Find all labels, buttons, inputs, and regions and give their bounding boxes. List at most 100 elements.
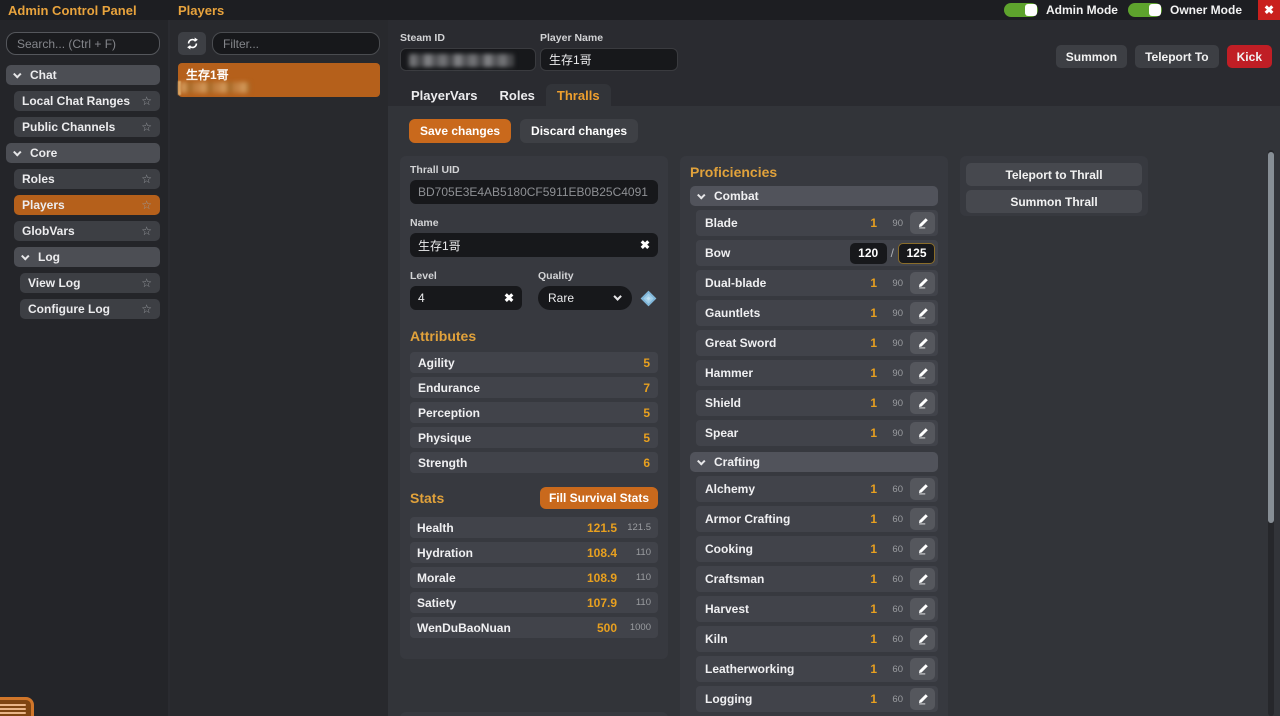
thrall-uid-input[interactable] — [418, 185, 650, 199]
star-icon[interactable]: ☆ — [141, 173, 152, 185]
proficiency-row-cooking: Cooking 1 60 — [696, 536, 938, 562]
scrollbar-track — [1268, 150, 1274, 716]
star-icon[interactable]: ☆ — [141, 277, 152, 289]
search-input[interactable] — [6, 32, 160, 55]
refresh-button[interactable] — [178, 32, 206, 55]
kick-button[interactable]: Kick — [1226, 45, 1272, 68]
pencil-icon — [918, 218, 928, 229]
attributes-title: Attributes — [410, 328, 477, 344]
proficiency-row-alchemy: Alchemy 1 60 — [696, 476, 938, 502]
fill-survival-stats-button[interactable]: Fill Survival Stats — [539, 487, 658, 509]
edit-button[interactable] — [910, 362, 935, 384]
steam-id-label: Steam ID — [400, 32, 445, 44]
pencil-icon — [918, 278, 928, 289]
thrall-details-card: Thrall UID Name ✖ Level ✖ Quality — [400, 156, 668, 659]
keyboard-icon[interactable] — [0, 697, 34, 716]
edit-button[interactable] — [910, 568, 935, 590]
owner-mode-toggle[interactable] — [1127, 3, 1162, 17]
censored-steam-id — [180, 82, 250, 93]
tab-thralls[interactable]: Thralls — [545, 84, 611, 106]
summon-thrall-button[interactable]: Summon Thrall — [966, 190, 1142, 213]
sidebar-item-configure-log[interactable]: Configure Log ☆ — [20, 299, 160, 319]
close-icon[interactable]: ✖ — [1258, 0, 1280, 20]
main-panel: Steam ID Player Name Summon Teleport To … — [388, 20, 1280, 716]
nav-tree: Chat Local Chat Ranges ☆ Public Channels… — [6, 65, 168, 319]
edit-button[interactable] — [910, 598, 935, 620]
clear-level-icon[interactable]: ✖ — [504, 292, 514, 304]
stat-row: Satiety 107.9 110 — [410, 592, 658, 613]
edit-button[interactable] — [910, 628, 935, 650]
player-list-item-selected[interactable]: 生存1哥 — [178, 63, 380, 97]
save-changes-button[interactable]: Save changes — [409, 119, 512, 143]
star-icon[interactable]: ☆ — [141, 95, 152, 107]
edit-button[interactable] — [910, 332, 935, 354]
pencil-icon — [918, 514, 928, 525]
edit-button[interactable] — [910, 212, 935, 234]
edit-button[interactable] — [910, 508, 935, 530]
proficiency-row-leatherworking: Leatherworking 1 60 — [696, 656, 938, 682]
summon-button[interactable]: Summon — [1055, 45, 1128, 68]
edit-button[interactable] — [910, 538, 935, 560]
star-icon[interactable]: ☆ — [141, 303, 152, 315]
teleport-to-button[interactable]: Teleport To — [1135, 45, 1219, 68]
star-icon[interactable]: ☆ — [141, 199, 152, 211]
stat-row: Hydration 108.4 110 — [410, 542, 658, 563]
sidebar-item-roles[interactable]: Roles ☆ — [14, 169, 160, 189]
filter-input[interactable] — [212, 32, 380, 55]
section-crafting[interactable]: Crafting — [690, 452, 938, 472]
level-input[interactable] — [418, 291, 498, 305]
title-bar: Admin Control Panel Players Admin Mode O… — [0, 0, 1280, 20]
sidebar-item-view-log[interactable]: View Log ☆ — [20, 273, 160, 293]
collapsed-card-edge — [400, 712, 668, 716]
discard-changes-button[interactable]: Discard changes — [520, 119, 639, 143]
edit-button[interactable] — [910, 688, 935, 710]
tab-roles[interactable]: Roles — [489, 84, 546, 106]
player-name: 生存1哥 — [186, 68, 229, 82]
clear-name-icon[interactable]: ✖ — [640, 239, 650, 251]
owner-mode-label: Owner Mode — [1169, 3, 1242, 17]
pencil-icon — [918, 308, 928, 319]
level-label: Level — [410, 270, 437, 282]
section-core[interactable]: Core — [6, 143, 160, 163]
censored-steam-id — [409, 54, 514, 67]
bow-max-input[interactable] — [898, 242, 935, 264]
quality-value: Rare — [548, 291, 575, 305]
bow-value-input[interactable] — [849, 242, 887, 264]
edit-button[interactable] — [910, 658, 935, 680]
tab-playervars[interactable]: PlayerVars — [400, 84, 489, 106]
edit-button[interactable] — [910, 272, 935, 294]
thrall-name-input[interactable] — [418, 238, 634, 252]
tab-bar: PlayerVars Roles Thralls — [400, 84, 611, 106]
attribute-row: Physique 5 — [410, 427, 658, 448]
star-icon[interactable]: ☆ — [141, 121, 152, 133]
edit-button[interactable] — [910, 422, 935, 444]
edit-button[interactable] — [910, 302, 935, 324]
section-chat[interactable]: Chat — [6, 65, 160, 85]
chevron-down-icon — [13, 70, 22, 79]
quality-select[interactable]: Rare — [538, 286, 632, 310]
star-icon[interactable]: ☆ — [141, 225, 152, 237]
attribute-row: Agility 5 — [410, 352, 658, 373]
scrollbar-thumb[interactable] — [1268, 152, 1274, 523]
toggle-knob — [1024, 4, 1037, 16]
teleport-to-thrall-button[interactable]: Teleport to Thrall — [966, 163, 1142, 186]
proficiencies-title: Proficiencies — [690, 164, 778, 180]
chevron-down-icon — [13, 148, 22, 157]
section-log[interactable]: Log — [14, 247, 160, 267]
admin-mode-toggle[interactable] — [1003, 3, 1038, 17]
quality-gem-button[interactable] — [640, 286, 658, 310]
chevron-down-icon — [697, 457, 706, 466]
section-combat[interactable]: Combat — [690, 186, 938, 206]
player-list-panel: 生存1哥 — [170, 20, 388, 716]
player-name-input[interactable] — [540, 48, 678, 71]
sidebar-item-local-chat-ranges[interactable]: Local Chat Ranges ☆ — [14, 91, 160, 111]
sidebar-item-globvars[interactable]: GlobVars ☆ — [14, 221, 160, 241]
navigation-sidebar: Chat Local Chat Ranges ☆ Public Channels… — [0, 20, 168, 716]
pencil-icon — [918, 664, 928, 675]
edit-button[interactable] — [910, 392, 935, 414]
sidebar-item-public-channels[interactable]: Public Channels ☆ — [14, 117, 160, 137]
edit-button[interactable] — [910, 478, 935, 500]
stat-row: Health 121.5 121.5 — [410, 517, 658, 538]
player-name-label: Player Name — [540, 32, 604, 44]
sidebar-item-players[interactable]: Players ☆ — [14, 195, 160, 215]
